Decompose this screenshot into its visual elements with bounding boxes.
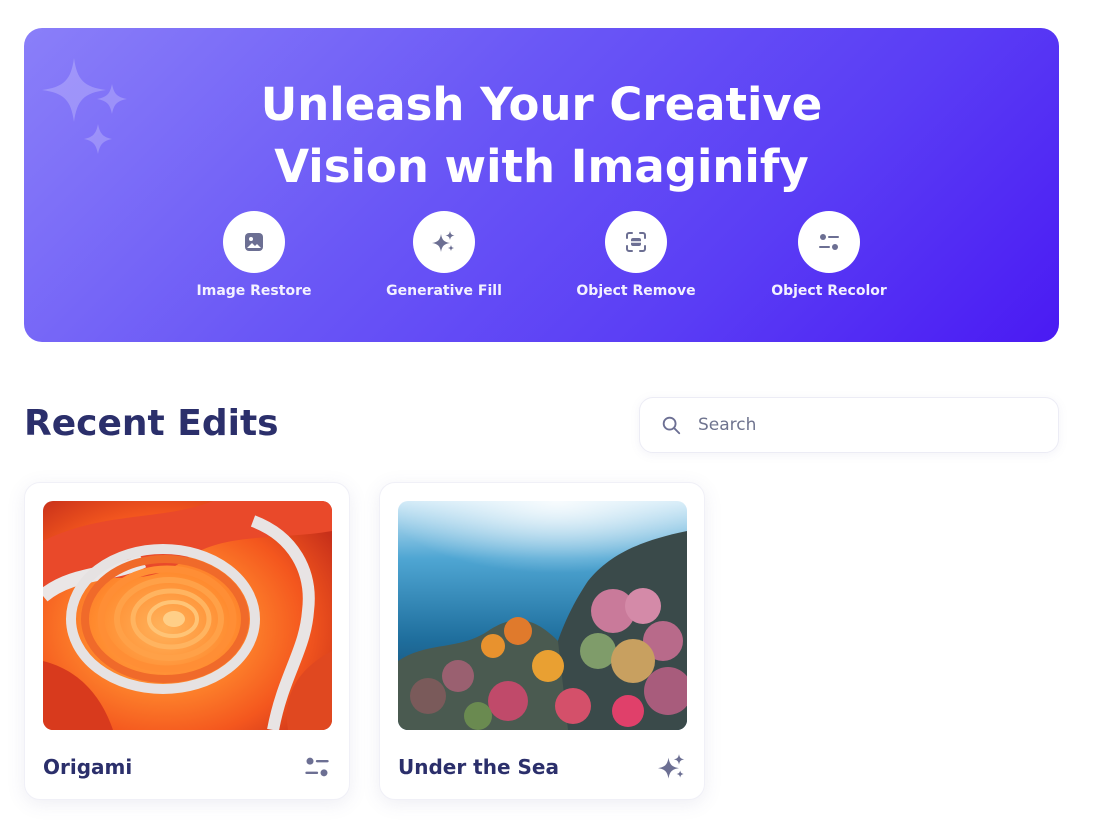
hero-banner: Unleash Your Creative Vision with Imagin…	[24, 28, 1059, 342]
tool-object-remove-button[interactable]	[605, 211, 667, 273]
tool-generative-fill-button[interactable]	[413, 211, 475, 273]
image-icon	[245, 233, 263, 251]
hero-title: Unleash Your Creative Vision with Imagin…	[24, 74, 1059, 198]
card-thumbnail-under-the-sea[interactable]	[398, 501, 687, 730]
card-title-origami: Origami	[43, 755, 133, 779]
tool-image-restore[interactable]: Image Restore	[169, 211, 339, 299]
card-thumbnail-origami[interactable]	[43, 501, 332, 730]
search-box[interactable]	[639, 397, 1059, 453]
tool-image-restore-label: Image Restore	[196, 283, 312, 299]
tool-object-remove-label: Object Remove	[576, 283, 696, 299]
scan-icon	[626, 232, 646, 252]
hero-title-line-2: Vision with Imaginify	[274, 140, 809, 193]
tool-object-recolor-label: Object Recolor	[771, 283, 887, 299]
card-title-under-the-sea: Under the Sea	[398, 755, 559, 779]
tool-generative-fill[interactable]: Generative Fill	[359, 211, 529, 299]
tool-object-recolor-button[interactable]	[798, 211, 860, 273]
card-origami[interactable]: Origami	[24, 482, 350, 800]
hero-title-line-1: Unleash Your Creative	[260, 78, 823, 131]
stars-icon	[432, 231, 455, 252]
under-the-sea-thumbnail-image	[398, 501, 687, 730]
stars-icon[interactable]	[658, 753, 686, 781]
tool-object-recolor[interactable]: Object Recolor	[744, 211, 914, 299]
tool-image-restore-button[interactable]	[223, 211, 285, 273]
tool-generative-fill-label: Generative Fill	[386, 283, 502, 299]
filter-icon[interactable]	[303, 753, 331, 781]
card-under-the-sea[interactable]: Under the Sea	[379, 482, 705, 800]
tool-object-remove[interactable]: Object Remove	[551, 211, 721, 299]
search-input[interactable]	[698, 415, 1038, 435]
search-icon	[662, 416, 681, 435]
origami-thumbnail-image	[43, 501, 332, 730]
filter-icon	[819, 234, 839, 250]
recent-edits-heading: Recent Edits	[24, 403, 279, 444]
